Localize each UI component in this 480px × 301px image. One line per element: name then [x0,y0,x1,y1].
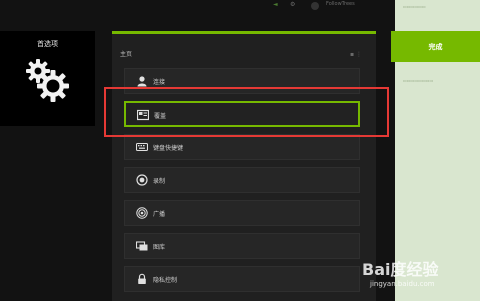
side-panel-line: ▭▭▭▭▭▭▭▭ [403,78,434,83]
preferences-panel: 首选项 [0,31,95,126]
menu-item-overlay[interactable]: 覆盖 [124,101,360,127]
menu-item-label: 隐私控制 [153,277,178,284]
menu-item-connect[interactable]: 连接 [124,68,360,94]
user-icon [137,76,147,87]
modal-menu-icon[interactable]: ▪ ⋮ [350,51,362,58]
menu-item-label: 录制 [153,178,166,185]
gears-icon [26,59,69,102]
top-bar: ◄ ⚙ FollowTrees [0,0,395,14]
share-icon[interactable]: ◄ [273,1,278,8]
lock-icon [138,273,146,284]
menu-item-privacy-control[interactable]: 隐私控制 [124,266,360,292]
menu-item-keyboard-shortcuts[interactable]: 键盘快捷键 [124,134,360,160]
menu-item-label: 广播 [153,211,166,218]
menu-item-label: 连接 [153,79,166,86]
menu-item-label: 键盘快捷键 [153,145,184,152]
broadcast-icon [136,207,148,219]
side-panel-line: ▭▭▭▭▭▭ [403,4,426,9]
baidu-jingyan-watermark: Bai度经验 jingyan.baidu.com [362,252,480,294]
watermark-url: jingyan.baidu.com [370,280,435,288]
avatar[interactable] [311,2,319,10]
menu-item-label: 覆盖 [154,113,167,120]
watermark-text: Bai度经验 [362,260,439,279]
gallery-icon [136,241,148,251]
overlay-icon [137,109,149,121]
done-button[interactable]: 完成 [391,31,480,62]
username: FollowTrees [326,1,355,7]
menu-item-gallery[interactable]: 图库 [124,233,360,259]
preferences-title: 首选项 [37,40,58,48]
settings-modal: 主页 ▪ ⋮ 连接 覆盖 键盘快捷键 录制 广播 图库 隐私控制 [112,31,376,301]
menu-item-record[interactable]: 录制 [124,167,360,193]
modal-header: 主页 [120,51,133,58]
keyboard-icon [136,142,148,152]
settings-icon[interactable]: ⚙ [290,1,295,8]
menu-item-broadcast[interactable]: 广播 [124,200,360,226]
record-icon [136,174,148,186]
menu-item-label: 图库 [153,244,166,251]
